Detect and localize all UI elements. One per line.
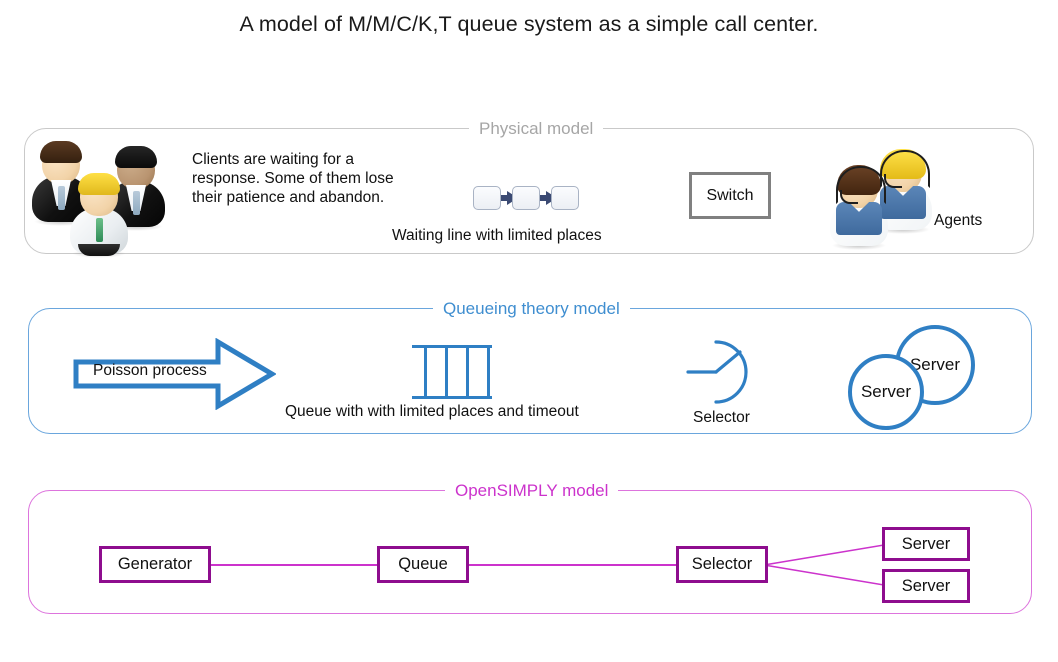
queue-divider-1 — [424, 345, 427, 399]
agents-label: Agents — [934, 212, 983, 229]
link-selector-servers — [763, 543, 891, 587]
avatar-hair — [78, 173, 120, 195]
panel-opensimply-model-legend: OpenSIMPLY model — [445, 479, 619, 503]
waiting-place-1 — [473, 186, 501, 210]
panel-queueing-theory-model-legend: Queueing theory model — [433, 297, 630, 321]
queue-caption: Queue with with limited places and timeo… — [285, 403, 579, 420]
agent-brunette-avatar — [828, 164, 890, 250]
node-generator[interactable]: Generator — [99, 546, 211, 583]
poisson-process-label: Poisson process — [93, 362, 207, 379]
waiting-place-3 — [551, 186, 579, 210]
node-selector-label: Selector — [691, 555, 753, 573]
node-server-2-label: Server — [901, 576, 951, 595]
avatar-hair — [40, 141, 82, 163]
link-queue-selector — [466, 564, 678, 566]
node-queue-label: Queue — [398, 555, 448, 573]
avatar-tie — [58, 186, 65, 210]
avatar-pants — [78, 244, 120, 256]
switch-label: Switch — [706, 186, 754, 204]
waiting-place-2 — [512, 186, 540, 210]
queue-divider-3 — [466, 345, 469, 399]
selector-symbol — [686, 340, 748, 404]
avatar-tie — [133, 191, 140, 215]
node-selector[interactable]: Selector — [676, 546, 768, 583]
server-circle-front-label: Server — [860, 382, 912, 401]
node-server-1-label: Server — [901, 534, 951, 553]
node-server-1[interactable]: Server — [882, 527, 970, 561]
node-generator-label: Generator — [117, 555, 193, 573]
queue-divider-2 — [445, 345, 448, 399]
server-circle-front: Server — [848, 354, 924, 430]
selector-label: Selector — [693, 409, 750, 426]
queue-symbol — [412, 345, 492, 399]
avatar-hair — [115, 146, 157, 168]
clients-description-text: Clients are waiting for a response. Some… — [192, 151, 394, 206]
waiting-line-caption: Waiting line with limited places — [392, 227, 602, 244]
panel-physical-model-legend: Physical model — [469, 117, 604, 141]
page-title: A model of M/M/C/K,T queue system as a s… — [239, 12, 819, 36]
node-queue[interactable]: Queue — [377, 546, 469, 583]
queue-divider-4 — [487, 345, 490, 399]
link-generator-queue — [208, 564, 388, 566]
avatar-tie — [96, 218, 103, 242]
switch-box: Switch — [689, 172, 771, 219]
node-server-2[interactable]: Server — [882, 569, 970, 603]
